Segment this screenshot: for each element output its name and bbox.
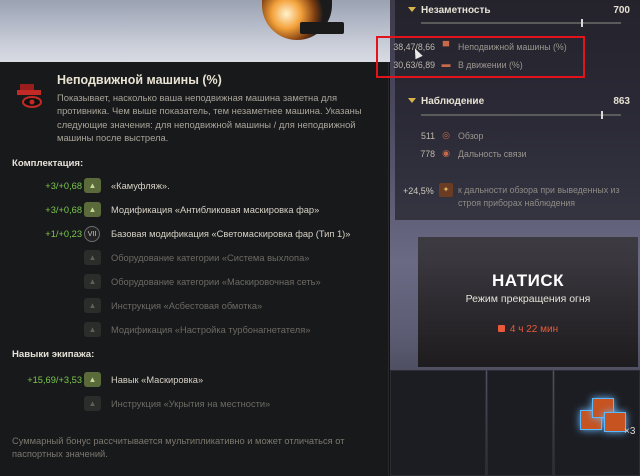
concealment-bar-marker [581, 19, 583, 27]
concealment-group-toggle[interactable]: Незаметность [408, 5, 491, 16]
bonus-value: +1/+0,23 [45, 229, 82, 239]
bonus-row[interactable]: ▲ Оборудование категории «Система выхлопа… [0, 247, 388, 269]
gift-count: ×3 [624, 426, 636, 437]
concealment-title: Незаметность [421, 5, 491, 16]
bonus-row[interactable]: ▲ Инструкция «Асбестовая обмотка» [0, 295, 388, 317]
bonus-label: Оборудование категории «Система выхлопа» [111, 253, 310, 263]
bonus-value: +3/+0,68 [45, 181, 82, 191]
bonus-label: «Камуфляж». [111, 181, 170, 191]
bonus-row[interactable]: ▲ Модификация «Настройка турбонагнетателя… [0, 319, 388, 341]
tooltip-footnote: Суммарный бонус рассчитывается мультипли… [12, 436, 345, 459]
highlight-frame [376, 36, 585, 78]
stat-label: Обзор [458, 131, 484, 141]
stat-label: Дальность связи [458, 149, 527, 159]
exhaust-equipment-icon: ▲ [84, 250, 101, 265]
observation-bar-marker [601, 111, 603, 119]
stats-panel: Незаметность 700 38,47/8,66 ▀ Неподвижно… [393, 0, 640, 220]
view-range-icon: ◎ [442, 130, 450, 140]
headlight-mod-icon: ▲ [84, 202, 101, 217]
bonus-label: Навык «Маскировка» [111, 375, 204, 385]
bonus-row[interactable]: +15,69/+3,53 ▲ Навык «Маскировка» [0, 369, 388, 391]
bonus-value: +24,5% [403, 186, 434, 196]
stat-tooltip: Неподвижной машины (%) Показывает, наско… [0, 62, 389, 476]
bonus-row[interactable]: +3/+0,68 ▲ «Камуфляж». [0, 175, 388, 197]
bonus-label: Оборудование категории «Маскировочная се… [111, 277, 321, 287]
event-title: НАТИСК [492, 271, 564, 290]
bonus-label: Инструкция «Асбестовая обмотка» [111, 301, 263, 311]
event-timer: 4 ч 22 мин [418, 324, 638, 335]
stationary-tank-eye-icon [12, 78, 46, 112]
observation-bar [421, 111, 621, 119]
slot-tile[interactable] [487, 370, 553, 476]
bonus-label: Инструкция «Укрытия на местности» [111, 399, 271, 409]
event-subtitle: Режим прекращения огня [465, 293, 591, 305]
lamp-mount [300, 22, 344, 34]
stat-value: 778 [420, 149, 435, 159]
asbestos-wrap-icon: ▲ [84, 298, 101, 313]
bonus-label: Базовая модификация «Светомаскировка фар… [111, 229, 351, 239]
terrain-cover-icon: ▲ [84, 396, 101, 411]
event-timer-text: 4 ч 22 мин [509, 324, 559, 335]
radio-range-icon: ◉ [442, 148, 450, 158]
observation-value: 863 [613, 96, 630, 107]
bonus-row[interactable]: +1/+0,23 VII Базовая модификация «Светомас… [0, 223, 388, 245]
concealment-skill-icon: ▲ [84, 372, 101, 387]
tooltip-title: Неподвижной машины (%) [57, 73, 222, 87]
concealment-bar [421, 19, 621, 27]
bonus-label: Модификация «Настройка турбонагнетателя» [111, 325, 311, 335]
chevron-down-icon [408, 98, 416, 103]
lock-icon [497, 325, 505, 332]
turbo-tuning-icon: ▲ [84, 322, 101, 337]
stat-row-radio-range[interactable]: 778 ◉ Дальность связи [395, 146, 640, 162]
optics-icon: ✦ [439, 183, 453, 197]
stat-row-view-range[interactable]: 511 ◎ Обзор [395, 128, 640, 144]
observation-title: Наблюдение [421, 96, 485, 107]
bonus-row[interactable]: ▲ Оборудование категории «Маскировочная с… [0, 271, 388, 293]
gift-boxes-icon[interactable] [578, 394, 626, 436]
bonus-value: +3/+0,68 [45, 205, 82, 215]
bonus-description: к дальности обзора при выведенных из стр… [458, 185, 620, 208]
bonus-value: +15,69/+3,53 [27, 375, 82, 385]
stat-value: 511 [420, 131, 435, 141]
concealment-value: 700 [613, 5, 630, 16]
camouflage-icon: ▲ [84, 178, 101, 193]
observation-group-toggle[interactable]: Наблюдение [408, 96, 485, 107]
event-banner[interactable]: НАТИСК Режим прекращения огня 4 ч 22 мин [418, 237, 638, 367]
chevron-down-icon [408, 7, 416, 12]
equipment-section-title: Комплектация: [12, 158, 84, 169]
tooltip-description: Показывает, насколько ваша неподвижная м… [57, 92, 362, 143]
slot-tile[interactable] [390, 370, 486, 476]
vii-badge-icon: VII [84, 226, 100, 242]
crew-section-title: Навыки экипажа: [12, 349, 95, 360]
bonus-label: Модификация «Антибликовая маскировка фар… [111, 205, 320, 215]
bonus-row[interactable]: ▲ Инструкция «Укрытия на местности» [0, 393, 388, 415]
camo-net-equipment-icon: ▲ [84, 274, 101, 289]
bonus-row[interactable]: +3/+0,68 ▲ Модификация «Антибликовая маски… [0, 199, 388, 221]
